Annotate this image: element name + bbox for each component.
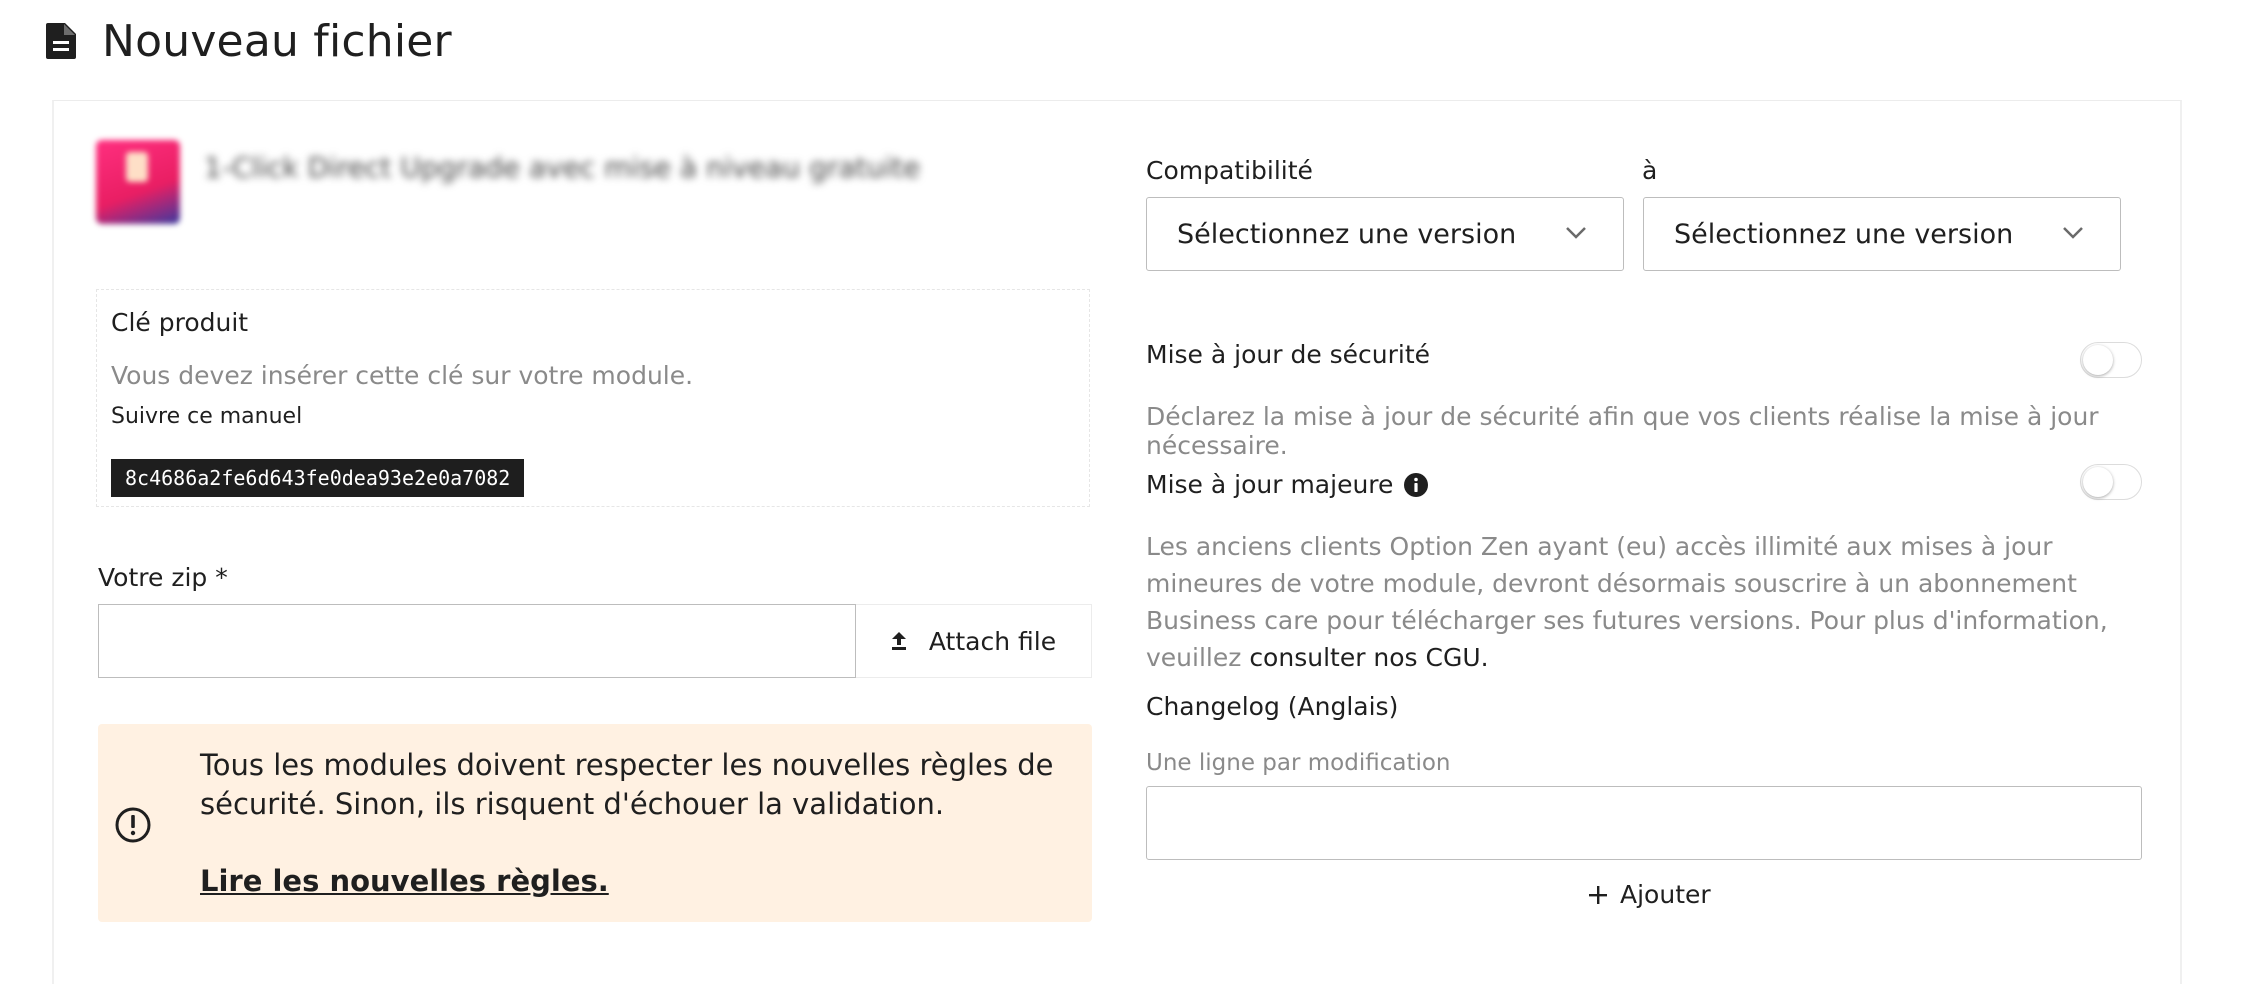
- page-header: Nouveau fichier: [46, 14, 452, 68]
- zip-upload-row: Attach file: [98, 604, 1092, 678]
- major-update-toggle[interactable]: [2080, 464, 2142, 500]
- notice-text: Tous les modules doivent respecter les n…: [200, 748, 1054, 821]
- changelog-input[interactable]: [1146, 786, 2142, 860]
- toggle-knob: [2083, 467, 2113, 497]
- security-update-toggle[interactable]: [2080, 342, 2142, 378]
- security-update-label: Mise à jour de sécurité: [1146, 340, 1431, 369]
- document-icon: [46, 23, 76, 59]
- attach-file-button[interactable]: Attach file: [856, 604, 1092, 678]
- compatibility-to-select[interactable]: Sélectionnez une version: [1643, 197, 2121, 271]
- attach-file-label: Attach file: [928, 626, 1057, 656]
- product-key-help: Vous devez insérer cette clé sur votre m…: [111, 361, 694, 390]
- product-key-manual-link[interactable]: Suivre ce manuel: [111, 404, 1075, 429]
- page-title: Nouveau fichier: [102, 15, 452, 67]
- product-key-box: Clé produit Vous devez insérer cette clé…: [96, 289, 1090, 507]
- security-update-description: Déclarez la mise à jour de sécurité afin…: [1146, 402, 2099, 460]
- compatibility-from-value: Sélectionnez une version: [1177, 218, 1517, 250]
- product-key-title: Clé produit: [111, 308, 249, 337]
- info-icon[interactable]: [1403, 472, 1429, 498]
- compatibility-to-label: à: [1642, 156, 1658, 185]
- major-update-description: Les anciens clients Option Zen ayant (eu…: [1146, 528, 2146, 676]
- notice-rules-link[interactable]: Lire les nouvelles règles.: [200, 864, 609, 898]
- major-update-label-row: Mise à jour majeure: [1146, 470, 1429, 499]
- product-key-value[interactable]: 8c4686a2fe6d643fe0dea93e2e0a7082: [111, 459, 525, 497]
- cgu-link[interactable]: consulter nos CGU.: [1249, 643, 1488, 672]
- zip-file-input[interactable]: [98, 604, 856, 678]
- alert-circle-icon: [115, 807, 151, 843]
- compatibility-label: Compatibilité: [1146, 156, 1313, 185]
- product-header: 1-Click Direct Upgrade avec mise à nivea…: [96, 140, 920, 224]
- add-changelog-button[interactable]: Ajouter: [1588, 880, 1711, 909]
- chevron-down-icon: [1566, 227, 1586, 239]
- product-name: 1-Click Direct Upgrade avec mise à nivea…: [204, 150, 921, 184]
- changelog-hint: Une ligne par modification: [1146, 750, 1451, 776]
- add-changelog-label: Ajouter: [1620, 880, 1711, 909]
- chevron-down-icon: [2063, 227, 2083, 239]
- product-thumbnail: [96, 140, 180, 224]
- compatibility-to-value: Sélectionnez une version: [1674, 218, 2014, 250]
- upload-icon: [891, 632, 906, 650]
- zip-label: Votre zip *: [98, 563, 228, 592]
- compatibility-from-select[interactable]: Sélectionnez une version: [1146, 197, 1624, 271]
- plus-icon: [1589, 885, 1607, 904]
- toggle-knob: [2083, 345, 2113, 375]
- security-notice: Tous les modules doivent respecter les n…: [98, 724, 1092, 922]
- changelog-label: Changelog (Anglais): [1146, 692, 1399, 721]
- major-update-label: Mise à jour majeure: [1146, 470, 1394, 499]
